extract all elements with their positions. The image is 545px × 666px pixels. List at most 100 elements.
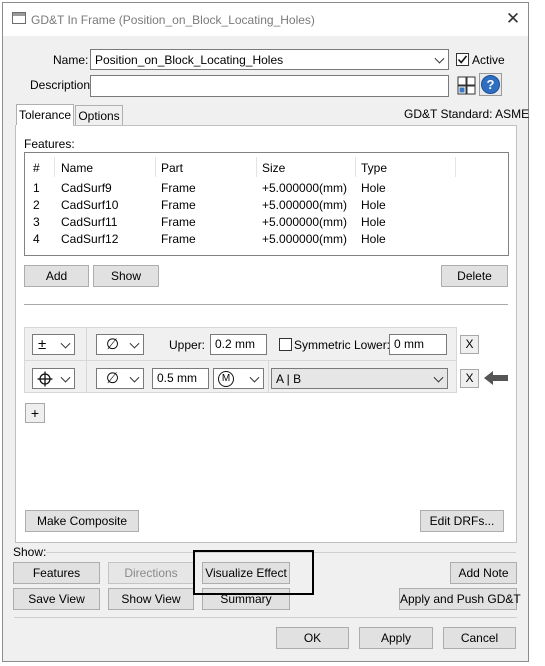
row-part: Frame xyxy=(161,181,196,195)
mmc-icon: M xyxy=(218,371,234,387)
description-label: Description: xyxy=(30,78,94,92)
remove-row-button[interactable]: X xyxy=(460,335,479,354)
characteristic-symbol-select[interactable]: ± xyxy=(32,334,75,355)
features-label: Features: xyxy=(24,137,75,151)
directions-button[interactable]: Directions xyxy=(108,562,194,584)
column-header-part: Part xyxy=(161,161,184,175)
position-symbol-select[interactable] xyxy=(32,368,75,389)
row-type: Hole xyxy=(361,181,386,195)
description-field[interactable] xyxy=(90,75,449,97)
name-combobox[interactable]: Position_on_Block_Locating_Holes xyxy=(90,49,449,70)
datum-reference-value: A | B xyxy=(276,372,302,386)
delete-feature-button[interactable]: Delete xyxy=(441,265,508,287)
tab-tolerance-label: Tolerance xyxy=(18,108,72,122)
row-type: Hole xyxy=(361,215,386,229)
row-type: Hole xyxy=(361,232,386,246)
highlight-box xyxy=(193,550,314,595)
close-icon[interactable]: ✕ xyxy=(503,8,523,30)
apply-and-push-button[interactable]: Apply and Push GD&T xyxy=(399,588,521,610)
tab-tolerance[interactable]: Tolerance xyxy=(16,104,74,127)
plus-minus-icon: ± xyxy=(38,336,47,353)
zone-modifier-select[interactable]: ∅ xyxy=(96,368,144,389)
edit-drfs-button[interactable]: Edit DRFs... xyxy=(420,510,504,532)
row-name: CadSurf12 xyxy=(61,232,119,246)
table-row[interactable]: 2 CadSurf10 Frame +5.000000(mm) Hole xyxy=(25,197,508,214)
window-icon xyxy=(12,12,26,24)
gdt-standard: GD&T Standard: ASME xyxy=(404,107,530,121)
upper-label: Upper: xyxy=(169,338,206,352)
lower-tolerance-field[interactable]: 0 mm xyxy=(389,334,447,355)
apply-button[interactable]: Apply xyxy=(359,627,433,649)
name-value: Position_on_Block_Locating_Holes xyxy=(95,53,284,67)
current-row-arrow-icon xyxy=(484,371,508,385)
column-header-size: Size xyxy=(262,161,286,175)
ok-button[interactable]: OK xyxy=(276,627,349,649)
features-table[interactable]: # Name Part Size Type 1 CadSurf9 Frame +… xyxy=(24,152,509,256)
cell-divider xyxy=(268,361,269,392)
show-label: Show: xyxy=(13,545,47,559)
row-type: Hole xyxy=(361,198,386,212)
chevron-down-icon xyxy=(434,53,445,64)
row-number: 2 xyxy=(33,198,40,212)
row-name: CadSurf9 xyxy=(61,181,112,195)
remove-row-button[interactable]: X xyxy=(460,369,479,388)
chevron-down-icon xyxy=(60,338,71,349)
row-size: +5.000000(mm) xyxy=(262,215,348,229)
row-size: +5.000000(mm) xyxy=(262,232,348,246)
column-divider xyxy=(455,157,456,177)
cancel-button[interactable]: Cancel xyxy=(443,627,516,649)
position-tolerance-field[interactable]: 0.5 mm xyxy=(152,368,209,389)
tab-options[interactable]: Options xyxy=(75,105,123,125)
table-row[interactable]: 3 CadSurf11 Frame +5.000000(mm) Hole xyxy=(25,214,508,231)
row-size: +5.000000(mm) xyxy=(262,198,348,212)
chevron-down-icon xyxy=(60,372,71,383)
svg-text:?: ? xyxy=(487,77,495,92)
tab-join xyxy=(16,125,73,127)
add-note-button[interactable]: Add Note xyxy=(450,562,517,584)
window-title: GD&T In Frame (Position_on_Block_Locatin… xyxy=(31,13,315,27)
zone-modifier-select[interactable]: ∅ xyxy=(96,334,144,355)
attach-grid-icon[interactable] xyxy=(457,74,477,96)
features-button[interactable]: Features xyxy=(13,562,100,584)
name-label: Name: xyxy=(53,53,89,67)
footer-divider xyxy=(14,617,517,618)
section-divider xyxy=(24,304,508,305)
chevron-down-icon xyxy=(129,338,140,349)
diameter-icon: ∅ xyxy=(106,336,120,353)
symmetric-lower-checkbox[interactable] xyxy=(279,338,292,351)
add-row-button[interactable]: + xyxy=(25,403,45,423)
row-number: 3 xyxy=(33,215,40,229)
row-part: Frame xyxy=(161,198,196,212)
active-label: Active xyxy=(472,53,505,67)
help-icon[interactable]: ? xyxy=(479,73,502,96)
column-header-type: Type xyxy=(361,161,388,175)
position-icon xyxy=(37,371,53,387)
make-composite-button[interactable]: Make Composite xyxy=(25,510,139,532)
column-divider xyxy=(54,157,55,177)
row-divider xyxy=(25,360,456,361)
row-name: CadSurf11 xyxy=(61,215,118,229)
chevron-down-icon xyxy=(433,372,444,383)
active-checkbox[interactable] xyxy=(456,53,469,66)
upper-tolerance-field[interactable]: 0.2 mm xyxy=(210,334,267,355)
datum-reference-select[interactable]: A | B xyxy=(271,368,448,389)
column-header-name: Name xyxy=(61,161,94,175)
material-modifier-select[interactable]: M xyxy=(213,368,264,389)
row-part: Frame xyxy=(161,215,196,229)
symmetric-lower-label: Symmetric Lower: xyxy=(294,338,391,352)
diameter-icon: ∅ xyxy=(106,370,120,387)
save-view-button[interactable]: Save View xyxy=(13,588,100,610)
tab-options-label: Options xyxy=(78,109,120,123)
add-feature-button[interactable]: Add xyxy=(24,265,89,287)
chevron-down-icon xyxy=(249,372,260,383)
check-icon xyxy=(457,55,468,64)
row-name: CadSurf10 xyxy=(61,198,119,212)
show-feature-button[interactable]: Show xyxy=(93,265,159,287)
table-row[interactable]: 4 CadSurf12 Frame +5.000000(mm) Hole xyxy=(25,231,508,248)
table-row[interactable]: 1 CadSurf9 Frame +5.000000(mm) Hole xyxy=(25,180,508,197)
row-size: +5.000000(mm) xyxy=(262,181,348,195)
row-number: 1 xyxy=(33,181,40,195)
show-view-button[interactable]: Show View xyxy=(108,588,194,610)
column-divider xyxy=(355,157,356,177)
column-header-number: # xyxy=(33,161,40,175)
